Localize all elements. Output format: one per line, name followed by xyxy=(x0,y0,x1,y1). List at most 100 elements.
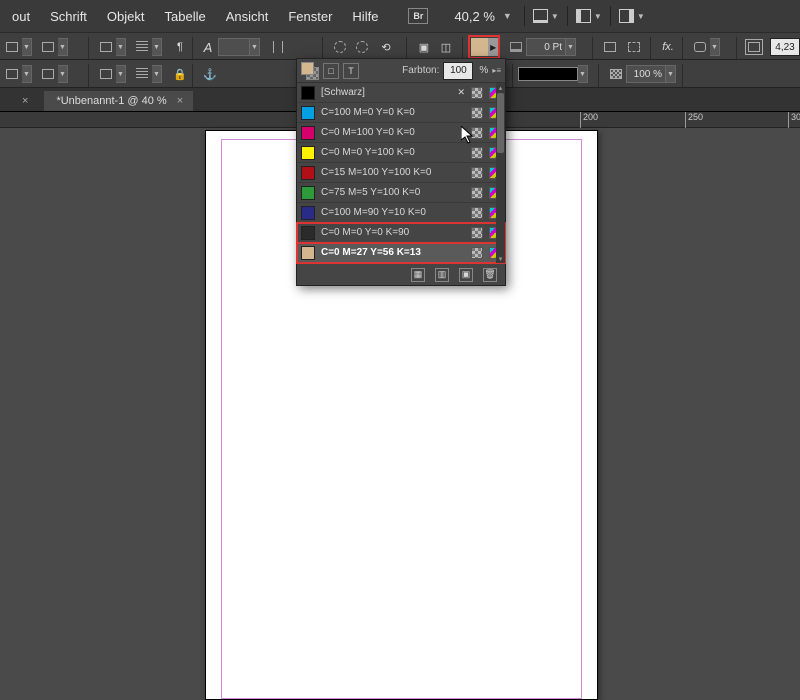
swatch-name: C=0 M=100 Y=0 K=0 xyxy=(321,127,465,138)
chevron-down-icon[interactable]: ▼ xyxy=(58,38,68,56)
menu-objekt[interactable]: Objekt xyxy=(97,3,155,30)
menu-ansicht[interactable]: Ansicht xyxy=(216,3,279,30)
cell-style-icon[interactable] xyxy=(38,64,58,84)
chevron-down-icon[interactable]: ▼ xyxy=(58,65,68,83)
scroll-up-icon[interactable]: ▴ xyxy=(496,83,505,92)
swatch-chip xyxy=(301,106,315,120)
stroke-weight-field[interactable]: 0 Pt xyxy=(526,38,566,56)
lock-icon[interactable]: 🔒 xyxy=(170,64,190,84)
stroke-style-preview[interactable] xyxy=(518,67,578,81)
chevron-down-icon[interactable]: ▼ xyxy=(116,65,126,83)
chevron-down-icon[interactable]: ▼ xyxy=(578,65,588,83)
tint-label: Farbton: xyxy=(402,65,439,76)
arrange-documents-button[interactable]: ▼ xyxy=(576,5,602,27)
chevron-down-icon[interactable]: ▼ xyxy=(710,38,720,56)
rotate-ccw-icon[interactable] xyxy=(352,37,372,57)
menu-hilfe[interactable]: Hilfe xyxy=(342,3,388,30)
char-style-icon[interactable] xyxy=(38,37,58,57)
misc-numeric-field[interactable]: 4,23 xyxy=(770,38,800,56)
paragraph-style-icon[interactable] xyxy=(2,37,22,57)
swatch-row[interactable]: C=0 M=100 Y=0 K=0 xyxy=(297,123,505,143)
rotate-ccw-icon[interactable]: A xyxy=(198,37,218,57)
separator xyxy=(322,37,323,60)
opacity-field[interactable]: 100 % xyxy=(626,65,666,83)
scroll-thumb[interactable] xyxy=(497,93,504,153)
color-type-icon xyxy=(471,87,483,99)
swatch-name: C=0 M=0 Y=0 K=90 xyxy=(321,227,465,238)
percent-label: % xyxy=(479,65,488,76)
shear-angle-field[interactable] xyxy=(218,38,250,56)
fill-swatch-dropdown[interactable]: ▶ xyxy=(468,35,500,59)
rotate-cw-icon[interactable] xyxy=(330,37,350,57)
flip-icon[interactable]: ⟲ xyxy=(376,37,396,57)
screen-mode-button[interactable]: ▼ xyxy=(533,5,559,27)
swatch-chip xyxy=(301,206,315,220)
close-icon[interactable]: × xyxy=(22,95,28,107)
flip-horizontal-icon[interactable] xyxy=(268,37,288,57)
object-style-icon[interactable] xyxy=(2,64,22,84)
swatch-row[interactable]: C=75 M=5 Y=100 K=0 xyxy=(297,183,505,203)
chevron-down-icon[interactable]: ▼ xyxy=(250,38,260,56)
swatch-name: [Schwarz] xyxy=(321,87,451,98)
formatting-text-icon[interactable]: T xyxy=(343,63,359,79)
color-type-icon xyxy=(471,187,483,199)
chevron-down-icon[interactable]: ▼ xyxy=(22,65,32,83)
new-swatch-icon[interactable]: ▣ xyxy=(459,268,473,282)
document-tab-active[interactable]: *Unbenannt-1 @ 40 % × xyxy=(44,91,193,111)
scrollbar[interactable]: ▴ ▾ xyxy=(496,83,505,263)
grid-icon[interactable] xyxy=(132,37,152,57)
swatch-row[interactable]: [Schwarz] ✕ xyxy=(297,83,505,103)
swatch-row[interactable]: C=15 M=100 Y=100 K=0 xyxy=(297,163,505,183)
menu-fenster[interactable]: Fenster xyxy=(278,3,342,30)
tint-field[interactable]: 100 xyxy=(443,62,473,80)
select-content-icon[interactable]: ◫ xyxy=(436,37,456,57)
separator xyxy=(736,37,737,60)
distribute-icon[interactable] xyxy=(132,64,152,84)
ruler-tick: 300 xyxy=(788,112,800,128)
separator xyxy=(592,37,593,60)
fill-stroke-proxy[interactable] xyxy=(301,62,319,80)
effects-icon[interactable]: fx. xyxy=(658,37,678,57)
show-options-icon[interactable]: ▦ xyxy=(411,268,425,282)
chevron-right-icon[interactable]: ▸≡ xyxy=(492,66,501,75)
new-folder-icon[interactable]: ▥ xyxy=(435,268,449,282)
swatch-row[interactable]: C=0 M=0 Y=100 K=0 xyxy=(297,143,505,163)
chevron-down-icon[interactable]: ▼ xyxy=(566,38,576,56)
chevron-down-icon[interactable]: ▼ xyxy=(152,65,162,83)
chevron-down-icon[interactable]: ▼ xyxy=(152,38,162,56)
swatch-row[interactable]: C=0 M=27 Y=56 K=13 xyxy=(297,243,505,263)
document-tab-other[interactable]: × xyxy=(0,91,38,111)
separator xyxy=(682,37,683,60)
zoom-combo[interactable]: 40,2 % ▼ xyxy=(454,9,511,24)
swatches-panel-header: □ T Farbton: 100 % ▸≡ xyxy=(297,59,505,83)
swatch-row[interactable]: C=100 M=0 Y=0 K=0 xyxy=(297,103,505,123)
anchor-icon[interactable]: ⚓ xyxy=(200,64,220,84)
control-bar-row1: ▼ ▼ ▼ ▼ ¶ A ▼ ⟲ ▣ ◫ ▶ 0 Pt ▼ fx. ▼ 4,23 xyxy=(0,32,800,60)
menu-tabelle[interactable]: Tabelle xyxy=(155,3,216,30)
story-options-icon[interactable]: ¶ xyxy=(170,37,190,57)
stroke-weight-icon xyxy=(506,37,526,57)
swatch-row[interactable]: C=100 M=90 Y=10 K=0 xyxy=(297,203,505,223)
ruler-tick: 200 xyxy=(580,112,598,128)
workspace-switcher-button[interactable]: ▼ xyxy=(619,5,645,27)
trash-icon[interactable]: 🗑 xyxy=(483,268,497,282)
text-frame-options-icon[interactable] xyxy=(96,37,116,57)
select-container-icon[interactable]: ▣ xyxy=(414,37,434,57)
chevron-down-icon[interactable]: ▼ xyxy=(22,38,32,56)
chevron-down-icon[interactable]: ▼ xyxy=(116,38,126,56)
align-icon[interactable] xyxy=(96,64,116,84)
bridge-button[interactable]: Br xyxy=(408,8,428,24)
formatting-container-icon[interactable]: □ xyxy=(323,63,339,79)
close-icon[interactable]: × xyxy=(177,95,183,107)
swatches-panel: □ T Farbton: 100 % ▸≡ [Schwarz] ✕ C=100 M=… xyxy=(296,58,506,286)
menu-layout[interactable]: out xyxy=(2,3,40,30)
swatch-row[interactable]: C=0 M=0 Y=0 K=90 xyxy=(297,223,505,243)
menu-schrift[interactable]: Schrift xyxy=(40,3,97,30)
scroll-down-icon[interactable]: ▾ xyxy=(496,254,505,263)
text-wrap-bounding-icon[interactable] xyxy=(624,37,644,57)
frame-fitting-icon[interactable] xyxy=(744,37,764,57)
text-wrap-none-icon[interactable] xyxy=(600,37,620,57)
lock-icon: ✕ xyxy=(457,87,465,98)
chevron-down-icon[interactable]: ▼ xyxy=(666,65,676,83)
corner-options-icon[interactable] xyxy=(690,37,710,57)
